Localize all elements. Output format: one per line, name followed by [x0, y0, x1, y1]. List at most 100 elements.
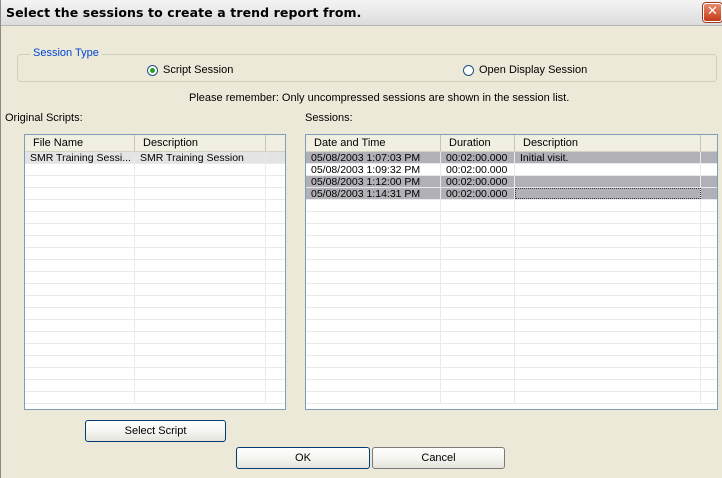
table-cell [25, 392, 135, 403]
empty-row [25, 284, 285, 296]
table-cell: 00:02:00.000 [441, 188, 515, 199]
table-cell [701, 236, 717, 247]
table-cell [515, 260, 701, 271]
table-cell: 05/08/2003 1:12:00 PM [306, 176, 441, 187]
empty-row [25, 308, 285, 320]
table-row[interactable]: SMR Training Sessi... SMR Training Sessio… [25, 152, 285, 164]
table-cell [701, 188, 717, 199]
empty-row [25, 356, 285, 368]
scripts-rows: SMR Training Sessi... SMR Training Sessio… [25, 152, 285, 404]
original-scripts-list[interactable]: File Name Description SMR Training Sessi… [24, 134, 286, 410]
table-cell [25, 260, 135, 271]
cancel-button[interactable]: Cancel [372, 447, 505, 469]
empty-row [306, 368, 717, 380]
table-cell: Initial visit. [515, 152, 701, 163]
col-header-description[interactable]: Description [135, 135, 266, 151]
sessions-list[interactable]: Date and Time Duration Description 05/08… [305, 134, 718, 410]
table-cell [266, 188, 285, 199]
table-cell [25, 380, 135, 391]
table-cell [25, 368, 135, 379]
empty-row [306, 212, 717, 224]
script-session-radio[interactable]: Script Session [147, 64, 233, 76]
col-header-file-name[interactable]: File Name [25, 135, 135, 151]
select-script-button[interactable]: Select Script [85, 420, 226, 442]
table-cell [135, 308, 266, 319]
empty-row [25, 260, 285, 272]
title-bar[interactable]: Select the sessions to create a trend re… [1, 0, 722, 26]
table-cell [515, 344, 701, 355]
empty-row [25, 164, 285, 176]
empty-row [25, 248, 285, 260]
table-row[interactable]: 05/08/2003 1:12:00 PM 00:02:00.000 [306, 176, 717, 188]
table-cell [306, 296, 441, 307]
table-row[interactable]: 05/08/2003 1:07:03 PM 00:02:00.000 Initial… [306, 152, 717, 164]
table-cell [701, 152, 717, 163]
table-cell [266, 368, 285, 379]
scripts-list-header: File Name Description [25, 135, 285, 152]
table-cell [306, 224, 441, 235]
table-cell: 00:02:00.000 [441, 152, 515, 163]
empty-row [306, 200, 717, 212]
table-cell [266, 332, 285, 343]
table-cell [135, 368, 266, 379]
ok-button[interactable]: OK [236, 447, 370, 469]
table-cell [515, 296, 701, 307]
table-cell [266, 176, 285, 187]
session-type-legend: Session Type [30, 47, 102, 59]
original-scripts-label: Original Scripts: [5, 112, 83, 124]
table-cell [701, 164, 717, 175]
table-cell [515, 188, 701, 199]
open-display-session-radio[interactable]: Open Display Session [463, 64, 587, 76]
table-cell [306, 320, 441, 331]
empty-row [306, 380, 717, 392]
table-cell [266, 284, 285, 295]
table-cell [266, 320, 285, 331]
table-cell [701, 296, 717, 307]
table-cell [515, 368, 701, 379]
table-cell [135, 260, 266, 271]
table-cell [701, 368, 717, 379]
empty-row [25, 200, 285, 212]
col-header-session-description[interactable]: Description [515, 135, 701, 151]
table-cell [515, 224, 701, 235]
empty-row [25, 368, 285, 380]
table-cell: 00:02:00.000 [441, 164, 515, 175]
table-cell [135, 320, 266, 331]
table-cell [266, 224, 285, 235]
empty-row [25, 176, 285, 188]
table-cell [701, 260, 717, 271]
table-cell [25, 284, 135, 295]
table-row[interactable]: 05/08/2003 1:14:31 PM 00:02:00.000 [306, 188, 717, 200]
col-header-duration[interactable]: Duration [441, 135, 515, 151]
table-cell [441, 332, 515, 343]
table-cell [306, 344, 441, 355]
empty-row [306, 272, 717, 284]
notice-text: Please remember: Only uncompressed sessi… [189, 92, 570, 104]
table-cell [441, 248, 515, 259]
table-cell [515, 380, 701, 391]
table-cell [701, 380, 717, 391]
table-cell [515, 272, 701, 283]
table-cell [441, 296, 515, 307]
empty-row [306, 236, 717, 248]
table-cell [135, 176, 266, 187]
table-cell [701, 224, 717, 235]
empty-row [25, 212, 285, 224]
table-cell [135, 236, 266, 247]
col-header-date-time[interactable]: Date and Time [306, 135, 441, 151]
table-cell [135, 248, 266, 259]
empty-row [306, 392, 717, 404]
close-button[interactable]: ✕ [703, 3, 722, 22]
table-cell [515, 200, 701, 211]
table-cell [306, 260, 441, 271]
table-cell [515, 248, 701, 259]
table-cell [135, 188, 266, 199]
empty-row [306, 248, 717, 260]
table-cell [441, 308, 515, 319]
table-row[interactable]: 05/08/2003 1:09:32 PM 00:02:00.000 [306, 164, 717, 176]
table-cell [515, 308, 701, 319]
table-cell [266, 212, 285, 223]
table-cell [135, 164, 266, 175]
table-cell [266, 248, 285, 259]
table-cell [515, 236, 701, 247]
